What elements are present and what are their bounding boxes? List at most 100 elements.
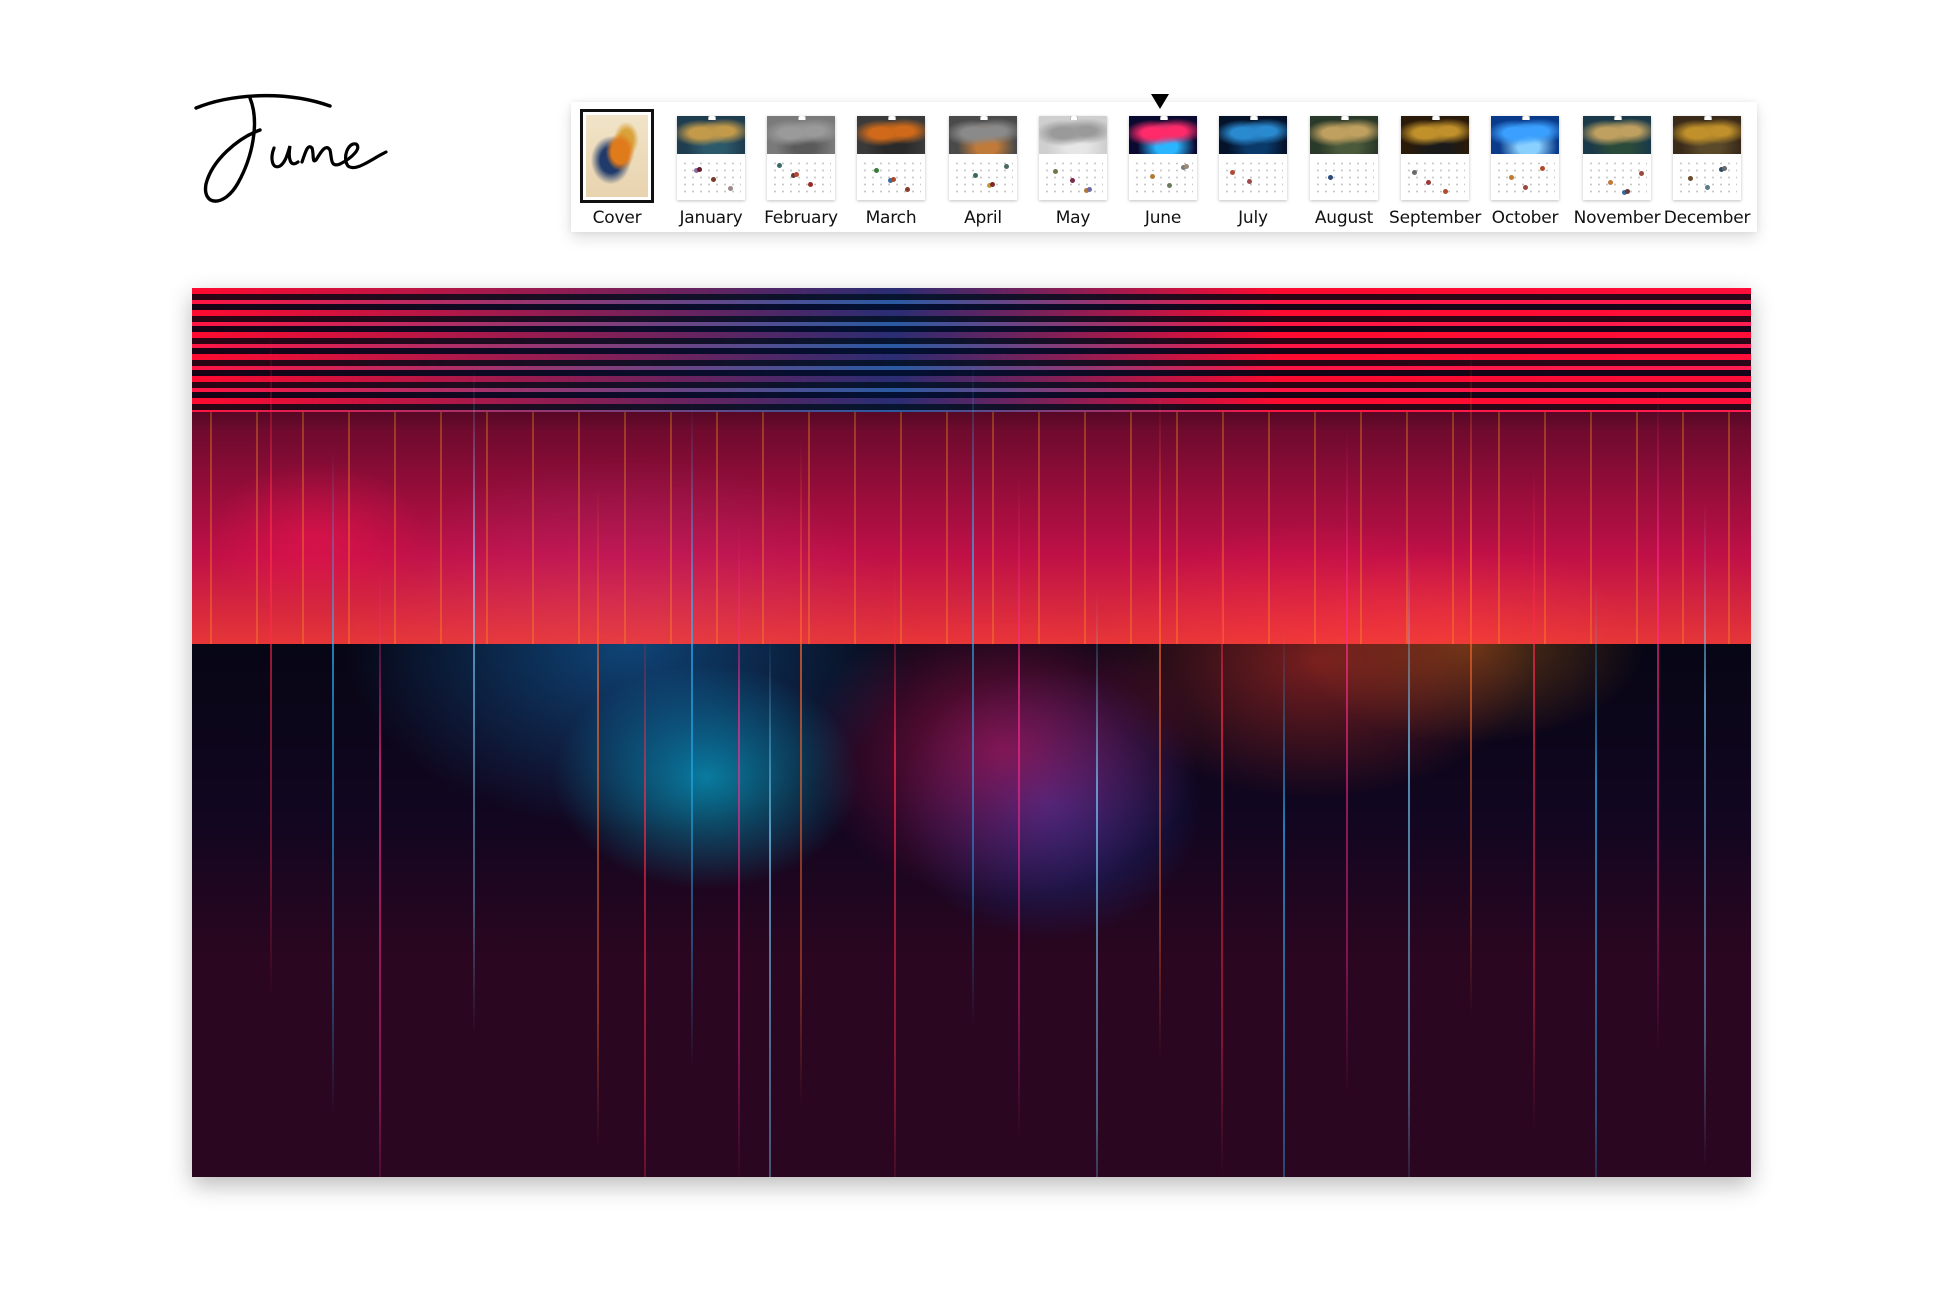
hanger-hook-icon: [1614, 116, 1622, 120]
thumbnail-november[interactable]: November: [1571, 102, 1663, 232]
event-dot: [1150, 174, 1155, 179]
light-beam: [269, 332, 272, 1000]
event-dot: [1509, 175, 1514, 180]
event-dot: [728, 186, 733, 191]
thumbnail-label: Cover: [592, 208, 642, 228]
thumbnail-february[interactable]: February: [755, 102, 847, 232]
light-beam: [1532, 465, 1535, 1133]
hanger-hook-icon: [1432, 116, 1440, 120]
calendar-grid: [1043, 160, 1103, 196]
event-dot: [1426, 180, 1431, 185]
month-title-script: June: [190, 88, 400, 213]
light-beam: [1158, 394, 1161, 1062]
light-beam: [472, 368, 475, 1035]
thumbnail-december[interactable]: December: [1661, 102, 1753, 232]
month-thumbnail-image: [1491, 116, 1559, 200]
thumbnail-label: April: [964, 208, 1002, 228]
light-beam: [893, 554, 896, 1177]
light-beam: [1220, 510, 1223, 1177]
light-beam: [1470, 350, 1473, 1017]
event-dot: [1443, 189, 1448, 194]
thumbnail-april[interactable]: April: [937, 102, 1029, 232]
light-beam: [1408, 545, 1411, 1177]
thumbnail-art: [1039, 116, 1107, 154]
thumbnail-july[interactable]: July: [1207, 102, 1299, 232]
thumbnail-label: December: [1663, 208, 1751, 228]
hanger-hook-icon: [980, 116, 988, 120]
month-title-handwriting: June: [194, 93, 388, 203]
calendar-grid: [953, 160, 1013, 196]
cover-thumbnail-image: [580, 109, 654, 203]
calendar-grid: [1405, 160, 1465, 196]
thumbnail-august[interactable]: August: [1298, 102, 1390, 232]
event-dot: [1230, 170, 1235, 175]
event-dot: [1328, 175, 1333, 180]
calendar-grid: [1677, 160, 1737, 196]
hanger-hook-icon: [888, 116, 896, 120]
event-dot: [1087, 187, 1092, 192]
thumbnail-art: [1310, 116, 1378, 154]
thumbnail-label: February: [764, 208, 838, 228]
month-thumbnail-image: [949, 116, 1017, 200]
thumbnail-art: [857, 116, 925, 154]
hanger-hook-icon: [1070, 116, 1078, 120]
cover-art: [586, 115, 648, 197]
thumbnail-may[interactable]: May: [1027, 102, 1119, 232]
light-beam: [1345, 430, 1348, 1097]
thumbnail-label: October: [1491, 208, 1559, 228]
poster-light-beams: [192, 288, 1751, 1177]
thumbnail-january[interactable]: January: [665, 102, 757, 232]
hanger-hook-icon: [1160, 116, 1168, 120]
event-dot: [1540, 166, 1545, 171]
calendar-grid: [1587, 160, 1647, 196]
event-dot: [1639, 171, 1644, 176]
thumbnail-art: [1219, 116, 1287, 154]
month-thumbnail-image: [1129, 116, 1197, 200]
calendar-grid: [681, 160, 741, 196]
light-beam: [379, 563, 382, 1177]
thumbnail-september[interactable]: September: [1389, 102, 1481, 232]
light-beam: [1595, 581, 1598, 1177]
month-thumbnail-image: [677, 116, 745, 200]
hanger-hook-icon: [708, 116, 716, 120]
month-thumbnail-image: [1401, 116, 1469, 200]
event-dot: [794, 172, 799, 177]
thumbnail-art: [1673, 116, 1741, 154]
june-poster-image: [192, 288, 1751, 1177]
calendar-grid: [1133, 160, 1193, 196]
calendar-grid: [861, 160, 921, 196]
light-beam: [644, 599, 647, 1177]
calendar-grid: [1314, 160, 1374, 196]
light-beam: [332, 448, 335, 1115]
event-dot: [808, 182, 813, 187]
thumbnail-art: [1401, 116, 1469, 154]
thumbnail-october[interactable]: October: [1479, 102, 1571, 232]
hanger-hook-icon: [1341, 116, 1349, 120]
month-thumbnail-image: [857, 116, 925, 200]
hanger-hook-icon: [1250, 116, 1258, 120]
thumbnail-art: [767, 116, 835, 154]
thumbnail-art: [1491, 116, 1559, 154]
light-beam: [1704, 501, 1707, 1169]
calendar-thumbnail-strip: Cover January February March April May June Jul…: [571, 102, 1757, 232]
event-dot: [1688, 176, 1693, 181]
light-beam: [1657, 385, 1660, 1053]
event-dot: [905, 187, 910, 192]
thumbnail-june[interactable]: June: [1117, 102, 1209, 232]
event-dot: [697, 167, 702, 172]
thumbnail-cover[interactable]: Cover: [571, 102, 663, 232]
thumbnail-label: June: [1144, 208, 1182, 228]
event-dot: [1167, 183, 1172, 188]
event-dot: [1184, 164, 1189, 169]
thumbnail-label: September: [1389, 208, 1482, 228]
event-dot: [990, 182, 995, 187]
month-thumbnail-image: [1583, 116, 1651, 200]
thumbnail-march[interactable]: March: [845, 102, 937, 232]
light-beam: [690, 403, 693, 1071]
event-dot: [1705, 185, 1710, 190]
thumbnail-label: August: [1314, 208, 1374, 228]
hanger-hook-icon: [798, 116, 806, 120]
calendar-grid: [1223, 160, 1283, 196]
selected-month-marker-icon: [1151, 94, 1169, 109]
thumbnail-art: [1583, 116, 1651, 154]
